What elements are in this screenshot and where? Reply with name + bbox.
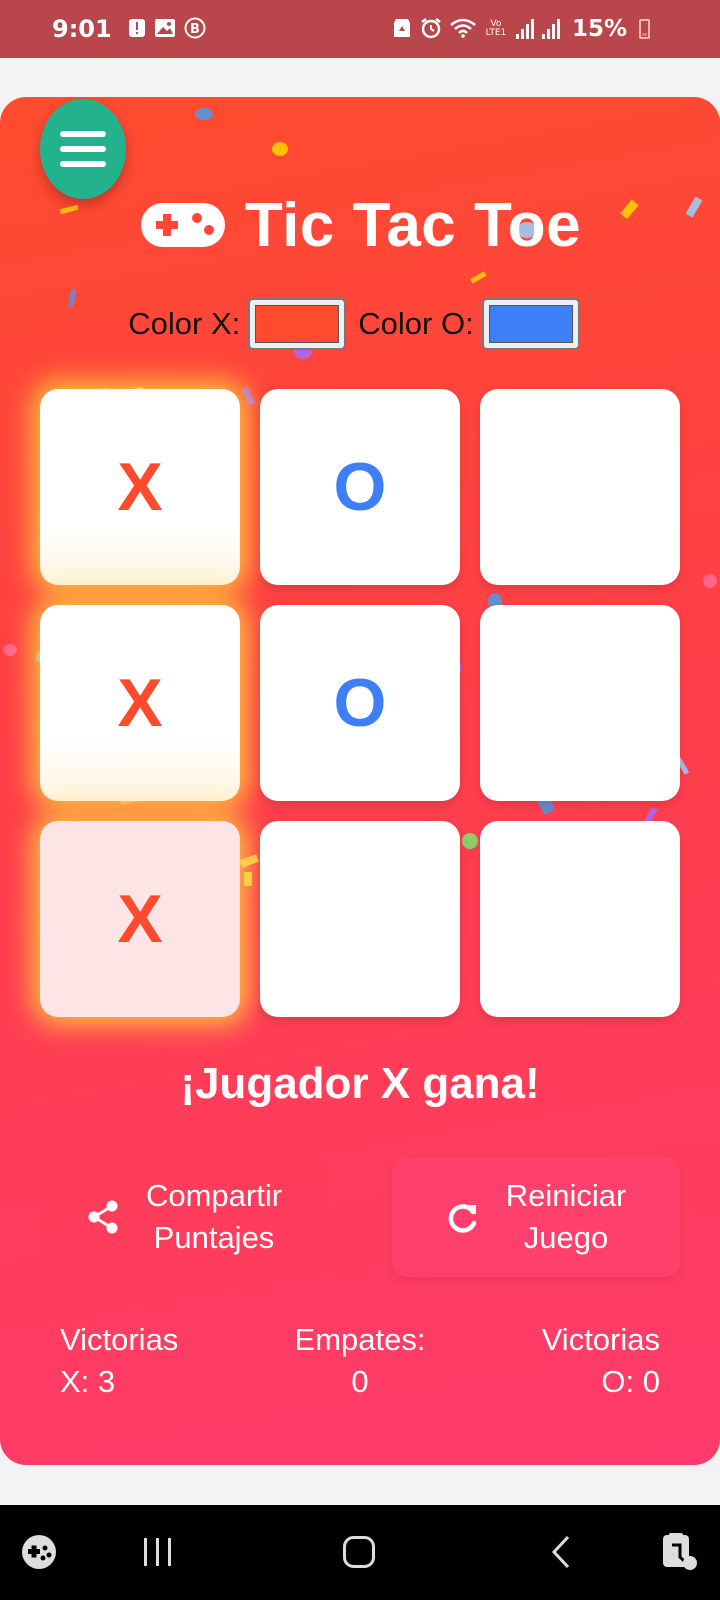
color-o-label: Color O: xyxy=(358,306,474,341)
color-picker-row: Color X: Color O: xyxy=(0,295,720,353)
status-time: 9:01 xyxy=(52,15,112,43)
board-cell[interactable] xyxy=(260,821,460,1017)
menu-button[interactable] xyxy=(40,99,126,199)
result-message: ¡Jugador X gana! xyxy=(180,1059,540,1108)
color-x-picker[interactable] xyxy=(248,298,347,350)
reset-label: Reiniciar Juego xyxy=(506,1175,627,1259)
board-cell[interactable]: X xyxy=(40,821,240,1017)
color-x-label: Color X: xyxy=(128,306,241,341)
draws-stat: Empates: 0 xyxy=(260,1319,460,1403)
o-wins-stat: Victorias O: 0 xyxy=(542,1319,660,1403)
game-launcher-icon xyxy=(22,1535,56,1569)
share-scores-button[interactable]: Compartir Puntajes xyxy=(40,1157,328,1277)
share-label: Compartir Puntajes xyxy=(146,1175,282,1259)
game-board: X O X O X xyxy=(40,389,680,1017)
signal-icon-2 xyxy=(541,19,560,39)
title-row: Tic Tac Toe xyxy=(0,185,720,265)
gamepad-icon xyxy=(140,203,225,247)
board-cell[interactable]: O xyxy=(260,389,460,585)
navigation-bar xyxy=(0,1505,720,1600)
alert-icon xyxy=(128,18,146,41)
reset-game-button[interactable]: Reiniciar Juego xyxy=(392,1157,680,1277)
share-icon xyxy=(88,1200,118,1234)
gallery-icon xyxy=(154,18,176,41)
game-launcher-button[interactable] xyxy=(20,1533,58,1576)
reset-label-line2: Juego xyxy=(523,1220,609,1255)
back-button[interactable] xyxy=(550,1535,572,1574)
draws-label: Empates: xyxy=(294,1322,426,1357)
svg-text:B: B xyxy=(190,22,200,37)
status-left: 9:01 B xyxy=(52,15,206,43)
x-wins-label: Victorias xyxy=(60,1322,179,1357)
b-icon: B xyxy=(184,17,206,42)
board-cell[interactable]: X xyxy=(40,605,240,801)
o-wins-label: Victorias xyxy=(541,1322,660,1357)
x-wins-value: X: 3 xyxy=(60,1364,116,1399)
reset-label-line1: Reiniciar xyxy=(505,1178,627,1213)
volte-icon: Vo LTE1 xyxy=(485,19,507,38)
back-icon xyxy=(551,1535,570,1569)
color-o-fill xyxy=(488,305,573,343)
board-cell[interactable] xyxy=(480,605,680,801)
recent-apps-button[interactable] xyxy=(142,1537,174,1572)
alarm-icon xyxy=(420,17,442,42)
battery-icon xyxy=(639,19,650,39)
board-cell[interactable] xyxy=(480,821,680,1017)
score-stats: Victorias X: 3 Empates: 0 Victorias O: 0 xyxy=(60,1319,660,1409)
status-bar: 9:01 B Vo LTE1 15% xyxy=(0,0,720,58)
recycle-icon xyxy=(392,17,412,42)
color-x-fill xyxy=(255,305,340,343)
home-icon xyxy=(343,1536,375,1568)
x-wins-stat: Victorias X: 3 xyxy=(60,1319,178,1403)
o-wins-value: O: 0 xyxy=(601,1364,660,1399)
color-o-picker[interactable] xyxy=(481,298,580,350)
battery-percent: 15% xyxy=(571,16,627,42)
page-title: Tic Tac Toe xyxy=(244,190,582,260)
hamburger-menu-icon xyxy=(60,131,106,167)
home-button[interactable] xyxy=(342,1535,376,1574)
share-label-line1: Compartir xyxy=(145,1178,283,1213)
wifi-icon xyxy=(450,18,476,41)
recent-apps-icon xyxy=(144,1538,171,1566)
board-cell[interactable]: X xyxy=(40,389,240,585)
accessibility-button[interactable] xyxy=(660,1531,698,1576)
accessibility-icon xyxy=(663,1533,697,1570)
share-label-line2: Puntajes xyxy=(153,1220,275,1255)
draws-value: 0 xyxy=(351,1364,369,1399)
refresh-icon xyxy=(448,1204,476,1233)
board-cell[interactable]: O xyxy=(260,605,460,801)
board-cell[interactable] xyxy=(480,389,680,585)
status-right: Vo LTE1 15% xyxy=(392,16,650,42)
game-card: Tic Tac Toe Color X: Color O: X O X O X … xyxy=(0,97,720,1465)
signal-icon xyxy=(515,19,534,39)
